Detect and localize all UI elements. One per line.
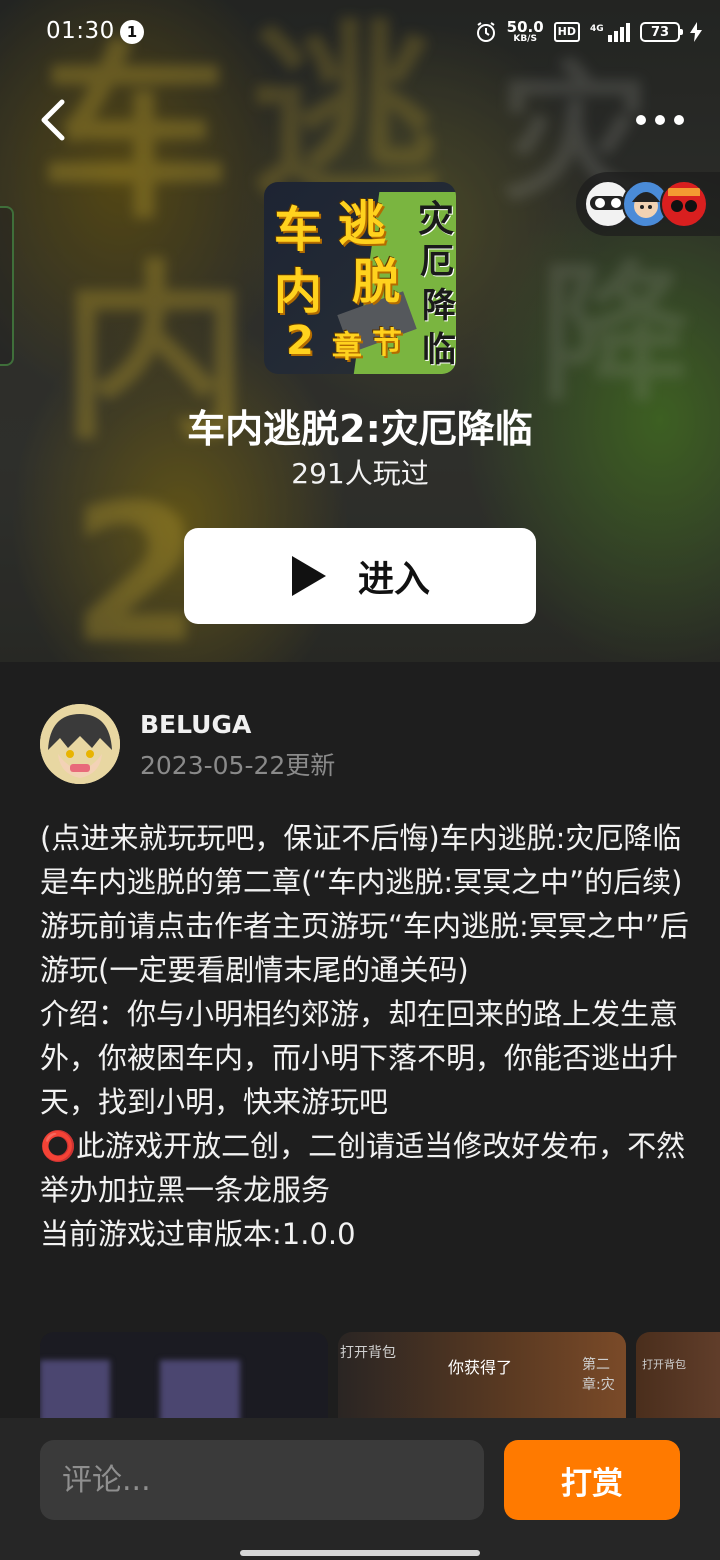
screenshot-caption: 打开背包	[340, 1345, 396, 1361]
alarm-icon	[475, 21, 497, 43]
cover-glyph: 降	[422, 286, 456, 326]
more-dot-icon	[636, 115, 646, 125]
home-indicator[interactable]	[240, 1550, 480, 1556]
enter-button-label: 进入	[357, 559, 430, 600]
network-speed-unit: KB/S	[513, 34, 537, 44]
comment-input[interactable]	[40, 1440, 484, 1520]
cover-glyph: 内	[274, 264, 323, 320]
cell-signal-icon: 4G	[590, 21, 630, 43]
play-count: 291人玩过	[291, 457, 429, 490]
screenshot-thumbnail[interactable]: 打开背包	[636, 1332, 720, 1418]
back-button[interactable]	[34, 98, 74, 142]
update-date: 2023-05-22更新	[140, 751, 336, 780]
side-drawer-handle[interactable]	[0, 206, 14, 366]
screenshot-caption: 第二章:灾	[582, 1357, 615, 1393]
game-title: 车内逃脱2:灾厄降临	[187, 407, 533, 451]
more-dot-icon	[655, 115, 665, 125]
author-name[interactable]: BELUGA	[140, 710, 251, 739]
screenshot-thumbnail[interactable]	[40, 1332, 328, 1418]
battery-level: 73	[650, 24, 670, 40]
game-description: (点进来就玩玩吧，保证不后悔)车内逃脱:灾厄降临 是车内逃脱的第二章(“车内逃脱…	[40, 821, 689, 1251]
status-indicators: 50.0 KB/S HD 4G 73	[475, 16, 702, 48]
hero-blur-glyph-5: 降	[540, 248, 691, 422]
recent-players-avatars[interactable]	[576, 172, 720, 236]
cover-glyph: 章	[332, 330, 362, 365]
more-options-button[interactable]	[636, 108, 684, 132]
author-avatar[interactable]	[40, 704, 120, 784]
enter-game-button[interactable]: 进入	[184, 528, 536, 624]
svg-text:4G: 4G	[590, 24, 604, 34]
cover-glyph: 脱	[352, 254, 401, 310]
cover-glyph: 厄	[420, 242, 454, 282]
status-time: 01:30	[46, 18, 115, 44]
screenshot-carousel[interactable]: 打开背包 你获得了 第二章:灾 打开背包	[40, 1332, 720, 1418]
game-cover-image: 车 逃 内 脱 2 章 节 灾 厄 降 临	[264, 182, 456, 374]
shot-bg-shape	[40, 1360, 110, 1418]
notification-badge: 1	[120, 20, 144, 44]
chevron-left-icon	[41, 99, 65, 141]
network-speed-value: 50.0	[506, 18, 544, 36]
bottom-action-bar: 打赏	[0, 1418, 720, 1560]
charging-icon	[690, 22, 702, 42]
cover-glyph: 2	[286, 318, 314, 364]
cover-glyph: 车	[274, 202, 323, 258]
screenshot-caption: 你获得了	[448, 1358, 513, 1377]
status-bar: 01:30 1 50.0 KB/S HD 4G 73	[0, 0, 720, 64]
hero-blur-glyph-6: 2	[70, 464, 203, 663]
screenshot-caption: 打开背包	[642, 1358, 686, 1371]
more-dot-icon	[674, 115, 684, 125]
player-avatar	[660, 180, 708, 228]
play-icon	[291, 556, 326, 596]
battery-icon: 73	[640, 22, 683, 42]
hd-badge: HD	[553, 22, 580, 42]
network-speed: 50.0 KB/S	[507, 20, 544, 44]
cover-glyph: 临	[422, 330, 456, 370]
shot-bg-shape	[160, 1360, 240, 1418]
cover-glyph: 节	[372, 326, 402, 361]
screenshot-thumbnail[interactable]: 打开背包 你获得了 第二章:灾	[338, 1332, 626, 1418]
tip-button[interactable]: 打赏	[504, 1440, 680, 1520]
